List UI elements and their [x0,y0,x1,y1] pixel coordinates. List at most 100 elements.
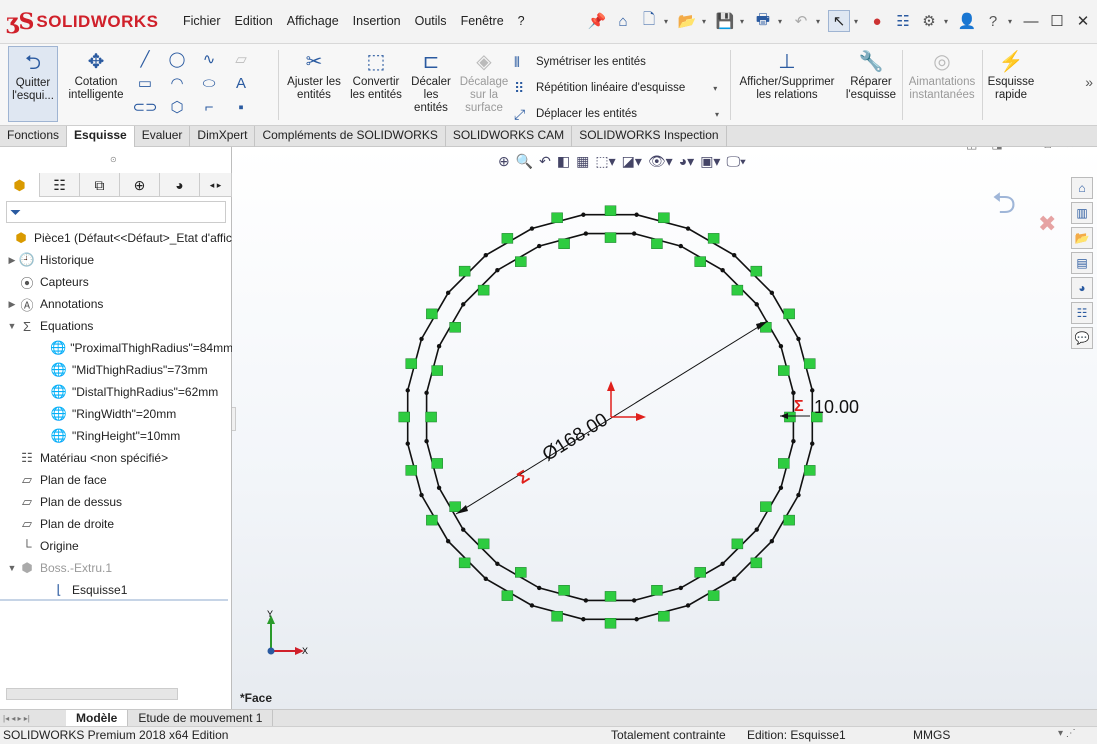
sketch-vertex-point[interactable] [495,561,500,566]
tab-complements[interactable]: Compléments de SOLIDWORKS [255,126,446,147]
relation-badge-icon[interactable] [760,501,772,512]
spline-icon[interactable]: ∿ [198,48,220,70]
status-options-icon[interactable]: ▾ ⋰ [1058,728,1076,739]
relation-badge-icon[interactable] [604,232,617,243]
ajuster-button[interactable]: ✂ Ajuster les entités [284,46,344,122]
maximize-icon[interactable]: ☐ [1046,10,1068,32]
sketch-vertex-point[interactable] [631,598,637,603]
save-icon[interactable]: 💾 [714,10,736,32]
display-manager-tab-icon[interactable]: ◕ [160,173,200,197]
sketch-vertex-point[interactable] [583,598,589,603]
relation-badge-icon[interactable] [426,514,438,526]
sketch-vertex-point[interactable] [720,561,725,566]
relation-badge-icon[interactable] [551,212,563,224]
options-list-icon[interactable]: ☷ [892,10,914,32]
horizontal-scrollbar[interactable] [6,688,178,700]
relation-badge-icon[interactable] [731,284,744,296]
sketch-vertex-point[interactable] [796,492,801,498]
expand-arrow-icon[interactable]: ▶ [6,255,18,266]
relation-badge-icon[interactable] [515,567,527,578]
sketch-vertex-point[interactable] [581,617,586,622]
sketch-vertex-point[interactable] [769,290,775,296]
tree-item-plan-face[interactable]: ▱ Plan de face [0,469,232,491]
quitter-esquisse-button[interactable]: ⮌ Quitter l'esqui... [8,46,58,122]
status-units[interactable]: MMGS [913,728,950,742]
select-icon[interactable]: ↖ [828,10,850,32]
cotation-intelligente-button[interactable]: ✥ Cotation intelligente [64,46,128,122]
ellipse-icon[interactable]: ⬭ [198,72,220,94]
relation-badge-icon[interactable] [477,284,490,296]
tree-item-capteurs[interactable]: ⦿ Capteurs [0,271,232,293]
relation-badge-icon[interactable] [405,358,418,369]
relation-badge-icon[interactable] [658,610,670,622]
print-dropdown-icon[interactable]: ▾ [778,17,786,26]
user-icon[interactable]: 👤 [956,10,978,32]
tab-nav-buttons[interactable]: |◂ ◂ ▸ ▸| [0,710,66,727]
sketch-vertex-point[interactable] [791,390,796,396]
sketch-vertex-point[interactable] [631,231,637,236]
polygon-icon[interactable]: ⬡ [166,96,188,118]
sketch-vertex-point[interactable] [495,268,500,273]
sketch-vertex-point[interactable] [634,617,639,622]
sketch-vertex-point[interactable] [634,212,639,217]
sketch-vertex-point[interactable] [445,538,451,544]
sketch-vertex-point[interactable] [685,603,691,608]
relation-badge-icon[interactable] [551,610,563,622]
sketch-vertex-point[interactable] [461,527,466,532]
relation-badge-icon[interactable] [477,538,490,550]
reparer-button[interactable]: 🔧 Réparer l'esquisse [842,46,900,122]
undo-dropdown-icon[interactable]: ▾ [816,17,824,26]
sketch-vertex-point[interactable] [754,527,759,532]
width-dimension-text[interactable]: 10.00 [814,397,859,417]
tree-filter-input[interactable]: ⏷ [6,201,226,223]
sketch-vertex-point[interactable] [436,344,442,349]
relation-badge-icon[interactable] [431,458,443,469]
sketch-vertex-point[interactable] [769,538,775,544]
menu-outils[interactable]: Outils [408,14,454,28]
solidworks-logo[interactable]: ʒS SOLIDWORKS [6,8,158,36]
open-dropdown-icon[interactable]: ▾ [702,17,710,26]
tree-root-part[interactable]: ⬢ Pièce1 (Défaut<<Défaut>_Etat d'affic [0,227,232,249]
sketch-vertex-point[interactable] [796,336,801,342]
relation-badge-icon[interactable] [778,365,790,376]
relation-badge-icon[interactable] [803,358,816,369]
fillet-icon[interactable]: ⌐ [198,96,220,118]
line-icon[interactable]: ╱ [134,48,156,70]
relation-badge-icon[interactable] [449,501,461,512]
relation-badge-icon[interactable] [558,238,570,249]
tree-item-esquisse1[interactable]: ⌊ Esquisse1 [0,579,232,601]
relation-badge-icon[interactable] [803,465,816,476]
new-dropdown-icon[interactable]: ▾ [664,17,672,26]
collapse-arrow-icon[interactable]: ▼ [6,321,18,331]
sketch-vertex-point[interactable] [731,252,737,258]
deplacer-dropdown-icon[interactable]: ▾ [715,110,719,119]
afficher-relations-button[interactable]: ⊥ Afficher/Supprimer les relations [736,46,838,122]
diameter-dimension-text[interactable]: Ø168.00 [539,409,612,465]
help-dropdown-icon[interactable]: ▾ [1008,17,1016,26]
relation-badge-icon[interactable] [783,308,795,320]
sketch-vertex-point[interactable] [791,438,796,444]
text-icon[interactable]: A [230,72,252,94]
gear-dropdown-icon[interactable]: ▾ [944,17,952,26]
relation-badge-icon[interactable] [731,538,744,550]
sketch-vertex-point[interactable] [731,576,737,582]
sketch-vertex-point[interactable] [529,226,535,231]
relation-badge-icon[interactable] [604,205,617,216]
decaler-button[interactable]: ⊏ Décaler les entités [408,46,454,122]
tree-item-equation-2[interactable]: 🌐 "MidThighRadius"=73mm [0,359,232,381]
sketch-vertex-point[interactable] [405,441,410,446]
circle-icon[interactable]: ◯ [166,48,188,70]
sketch-vertex-point[interactable] [810,388,815,393]
sketch-vertex-point[interactable] [419,336,424,342]
decalage-surface-button[interactable]: ◈ Décalage sur la surface [458,46,510,122]
select-dropdown-icon[interactable]: ▾ [854,17,862,26]
sketch-vertex-point[interactable] [754,302,759,307]
property-manager-tab-icon[interactable]: ☷ [40,173,80,197]
sketch-vertex-point[interactable] [405,388,410,393]
relation-badge-icon[interactable] [431,365,443,376]
relation-badge-icon[interactable] [707,590,720,601]
sketch-vertex-point[interactable] [419,492,424,498]
tab-solidworks-cam[interactable]: SOLIDWORKS CAM [446,126,573,147]
repetition-dropdown-icon[interactable]: ▾ [713,84,717,93]
collapse-arrow-icon[interactable]: ▼ [6,563,18,573]
